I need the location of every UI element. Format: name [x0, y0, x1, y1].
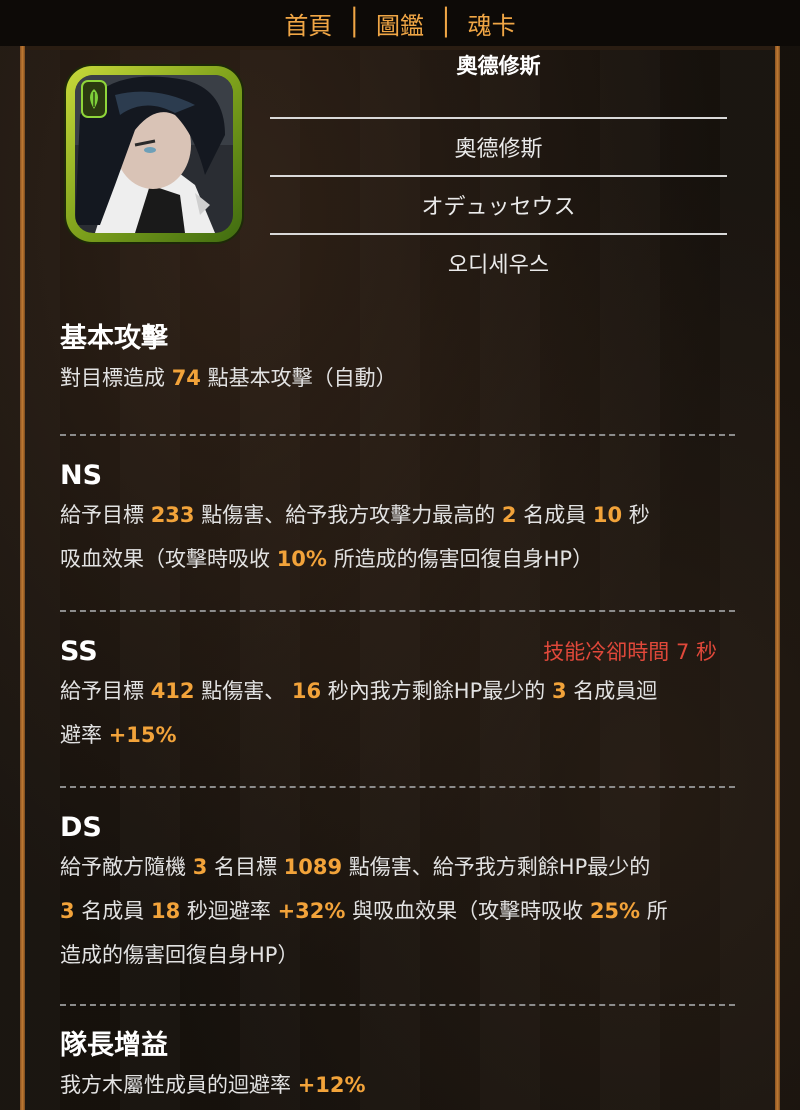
value: 3	[60, 899, 75, 923]
text: 吸血效果（攻擊時吸收	[60, 547, 277, 571]
text: 給予目標	[60, 503, 151, 527]
name-japanese: オデュッセウス	[270, 175, 727, 233]
value: 10	[592, 503, 623, 527]
frame-right-border	[775, 46, 780, 1110]
value: 2	[501, 503, 517, 527]
nav-home-link[interactable]: 首頁	[270, 6, 346, 41]
text: 秒	[622, 503, 650, 527]
ss-cooldown: 技能冷卻時間 7 秒	[543, 640, 717, 664]
ns-description: 給予目標 233 點傷害、給予我方攻擊力最高的 2 名成員 10 秒吸血效果（攻…	[60, 493, 735, 581]
text: 我方木屬性成員的迴避率	[60, 1073, 298, 1097]
value: +12%	[297, 1073, 366, 1097]
value: 3	[192, 855, 208, 879]
value: 25%	[589, 899, 641, 923]
ss-section: SS 技能冷卻時間 7 秒 給予目標 412 點傷害、 16 秒內我方剩餘HP最…	[60, 635, 735, 757]
top-nav: 首頁 │ 圖鑑 │ 魂卡	[0, 0, 800, 46]
ds-description: 給予敵方隨機 3 名目標 1089 點傷害、給予我方剩餘HP最少的 3 名成員 …	[60, 845, 735, 977]
value: 3	[551, 679, 567, 703]
value: +32%	[277, 899, 346, 923]
text: 造成的傷害回復自身HP）	[60, 943, 299, 967]
text: 點基本攻擊（自動）	[200, 366, 397, 390]
basic-attack-description: 對目標造成 74 點基本攻擊（自動）	[60, 356, 735, 400]
text: 秒迴避率	[180, 899, 278, 923]
leader-buff-heading: 隊長增益	[60, 1030, 168, 1061]
text: 名目標	[207, 855, 284, 879]
text: 秒內我方剩餘HP最少的	[321, 679, 552, 703]
nav-separator: │	[346, 8, 362, 38]
value: 16	[291, 679, 322, 703]
leader-buff-description: 我方木屬性成員的迴避率 +12%	[60, 1063, 735, 1107]
nav-catalog-link[interactable]: 圖鑑	[362, 6, 438, 41]
value: 10%	[276, 547, 327, 571]
nav-separator: │	[438, 8, 454, 38]
basic-attack-heading: 基本攻擊	[60, 323, 168, 354]
text: 給予目標	[60, 679, 151, 703]
text: 所	[640, 899, 668, 923]
section-divider	[60, 434, 735, 436]
leader-buff-section: 隊長增益 我方木屬性成員的迴避率 +12%	[60, 1029, 735, 1107]
value: 1089	[283, 855, 343, 879]
ns-heading: NS	[60, 460, 103, 491]
value: 18	[150, 899, 181, 923]
value: 74	[171, 366, 201, 390]
ss-description: 給予目標 412 點傷害、 16 秒內我方剩餘HP最少的 3 名成員迴避率 +1…	[60, 669, 735, 757]
section-divider	[60, 786, 735, 788]
nav-soulcards-link[interactable]: 魂卡	[454, 6, 530, 41]
text: 點傷害、給予我方攻擊力最高的	[194, 503, 502, 527]
leaf-icon-shape	[90, 89, 98, 109]
basic-attack-section: 基本攻擊 對目標造成 74 點基本攻擊（自動）	[60, 322, 735, 400]
name-chinese: 奧德修斯	[270, 117, 727, 175]
text: 給予敵方隨機	[60, 855, 193, 879]
text: 點傷害、給予我方剩餘HP最少的	[342, 855, 651, 879]
text: 對目標造成	[60, 366, 172, 390]
leaf-icon	[81, 80, 107, 118]
text: 所造成的傷害回復自身HP）	[326, 547, 594, 571]
ds-heading: DS	[60, 812, 102, 843]
name-korean: 오디세우스	[270, 233, 727, 291]
text: 點傷害、	[194, 679, 292, 703]
name-list: 奧德修斯 オデュッセウス 오디세우스	[270, 117, 727, 291]
text: 名成員	[516, 503, 593, 527]
character-detail-page: 首頁 │ 圖鑑 │ 魂卡 奧德修斯 奧德修斯 オデュッセウス 오디세우스 基本攻…	[0, 0, 800, 1110]
text: 名成員迴	[566, 679, 658, 703]
value: 412	[150, 679, 195, 703]
value: +15%	[108, 723, 177, 747]
character-title: 奧德修斯	[456, 54, 541, 78]
text: 避率	[60, 723, 109, 747]
text: 名成員	[74, 899, 151, 923]
ns-section: NS 給予目標 233 點傷害、給予我方攻擊力最高的 2 名成員 10 秒吸血效…	[60, 459, 735, 581]
section-divider	[60, 610, 735, 612]
text: 與吸血效果（攻擊時吸收	[345, 899, 590, 923]
section-divider	[60, 1004, 735, 1006]
frame-left-border	[20, 46, 25, 1110]
ds-section: DS 給予敵方隨機 3 名目標 1089 點傷害、給予我方剩餘HP最少的 3 名…	[60, 811, 735, 977]
value: 233	[150, 503, 195, 527]
